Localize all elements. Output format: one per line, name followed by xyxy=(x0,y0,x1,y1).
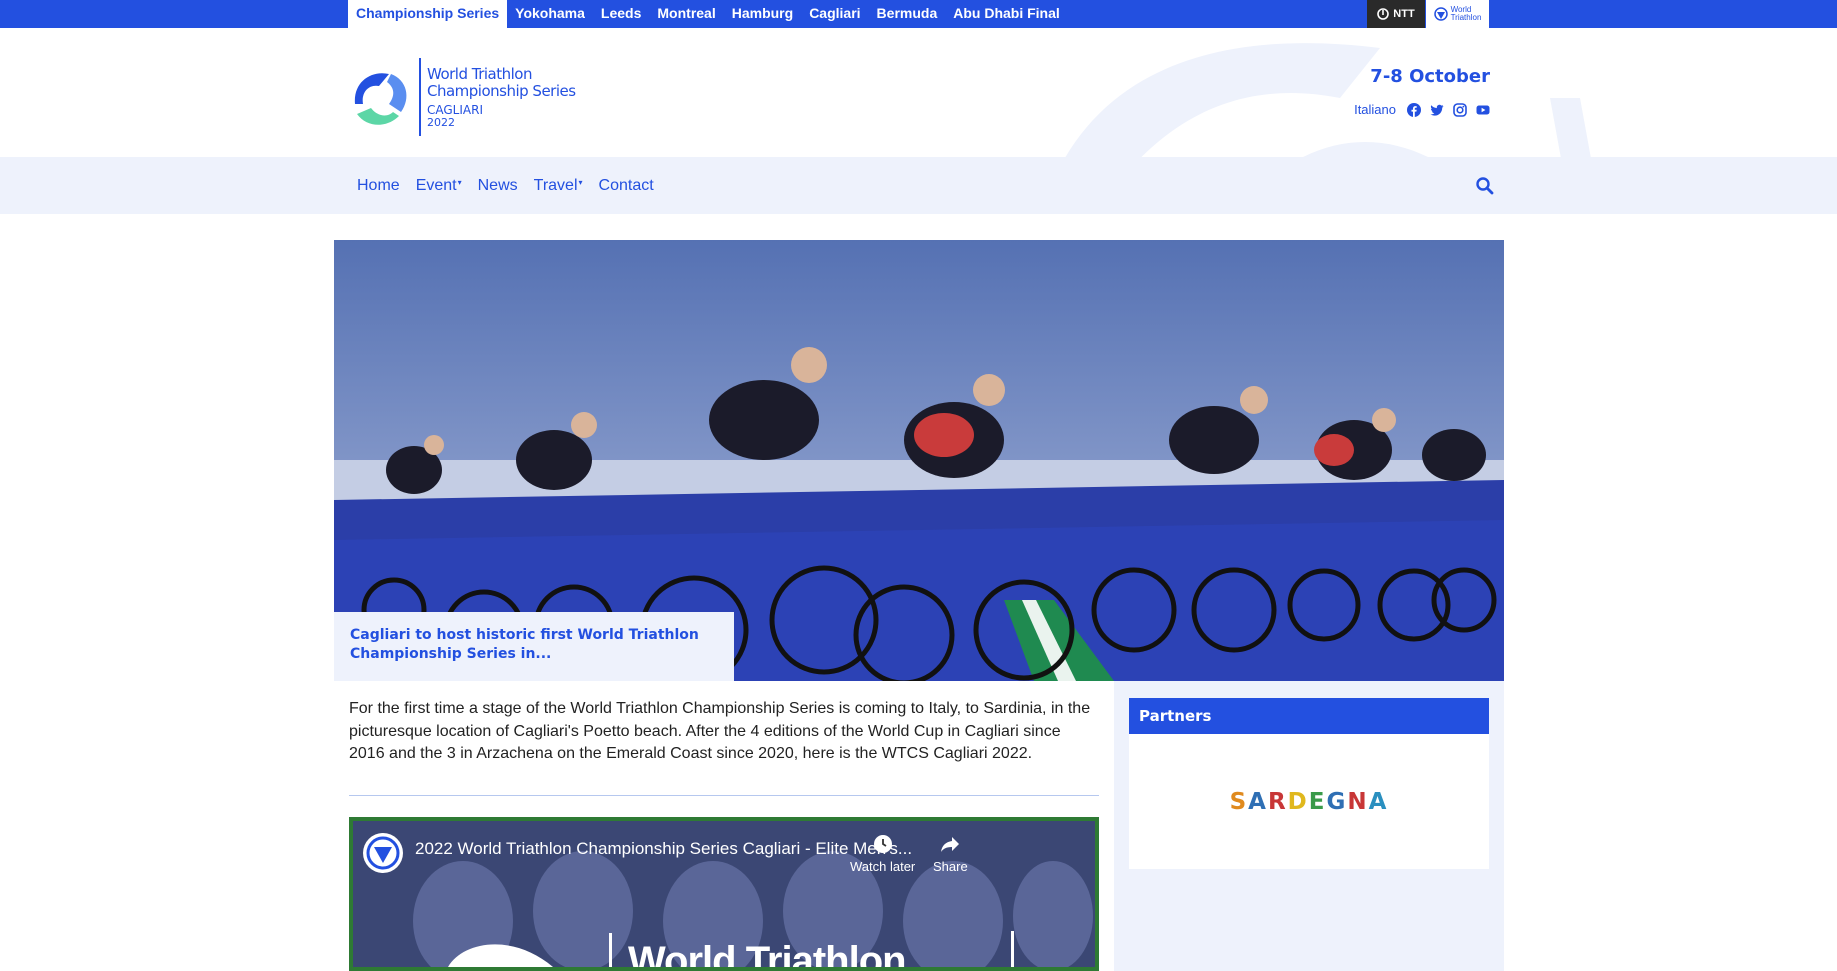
series-link-championship[interactable]: Championship Series xyxy=(348,0,508,28)
nav-item-home[interactable]: Home xyxy=(349,177,408,195)
video-divider xyxy=(609,933,612,967)
header-links: Italiano xyxy=(1300,102,1490,117)
event-date: 7-8 October xyxy=(1370,66,1490,87)
sidebar: Partners SARDEGNA xyxy=(1114,681,1504,971)
logo-year: 2022 xyxy=(427,115,455,129)
hero-caption-text[interactable]: Cagliari to host historic first World Tr… xyxy=(350,626,718,664)
share-label: Share xyxy=(933,859,968,874)
video-brand-text: World Triathlon xyxy=(628,939,907,967)
ntt-sponsor-logo[interactable]: NTT xyxy=(1367,0,1425,28)
sardegna-logo-letter: D xyxy=(1287,788,1309,815)
background-swoosh-icon xyxy=(1065,43,1591,157)
sardegna-logo-letter: S xyxy=(1229,788,1249,815)
channel-avatar[interactable] xyxy=(363,833,403,873)
world-triathlon-icon xyxy=(366,836,400,870)
nav-item-travel[interactable]: Travel▾ xyxy=(526,177,591,195)
series-link-cagliari[interactable]: Cagliari xyxy=(801,0,868,28)
search-icon[interactable] xyxy=(1475,176,1495,196)
language-link[interactable]: Italiano xyxy=(1354,102,1396,117)
watch-later-button[interactable]: Watch later xyxy=(850,833,915,874)
nav-item-contact[interactable]: Contact xyxy=(591,177,662,195)
series-link-montreal[interactable]: Montreal xyxy=(649,0,723,28)
instagram-icon[interactable] xyxy=(1453,102,1467,117)
nav-item-news[interactable]: News xyxy=(470,177,526,195)
ntt-label: NTT xyxy=(1393,8,1415,20)
ntt-icon xyxy=(1377,8,1390,20)
sardegna-logo-letter: G xyxy=(1326,788,1348,815)
watch-later-label: Watch later xyxy=(850,859,916,874)
event-logo[interactable]: World Triathlon Championship Series CAGL… xyxy=(349,58,576,136)
site-header: World Triathlon Championship Series CAGL… xyxy=(0,28,1837,157)
world-triathlon-icon xyxy=(1433,7,1448,21)
logo-divider xyxy=(419,58,421,136)
hero-caption[interactable]: Cagliari to host historic first World Tr… xyxy=(334,612,734,681)
world-triathlon-text: World Triathlon xyxy=(1450,5,1482,22)
sardegna-logo-letter: N xyxy=(1347,788,1369,815)
share-button[interactable]: Share xyxy=(933,833,968,874)
series-link-abu-dhabi[interactable]: Abu Dhabi Final xyxy=(945,0,1068,28)
content-divider xyxy=(349,795,1099,796)
sardegna-logo-letter: E xyxy=(1308,788,1327,815)
dropdown-caret-icon: ▾ xyxy=(578,177,583,187)
twitter-icon[interactable] xyxy=(1430,103,1444,117)
dropdown-caret-icon: ▾ xyxy=(457,177,462,187)
sardegna-logo[interactable]: SARDEGNA xyxy=(1230,789,1389,815)
logo-line-1: World Triathlon xyxy=(427,64,532,83)
clock-icon xyxy=(873,835,892,853)
series-link-hamburg[interactable]: Hamburg xyxy=(724,0,801,28)
logo-line-2: Championship Series xyxy=(427,81,576,100)
nav-items: Home Event▾ News Travel▾ Contact xyxy=(349,157,662,214)
video-title[interactable]: 2022 World Triathlon Championship Series… xyxy=(415,839,912,859)
logo-city: CAGLIARI xyxy=(427,102,483,117)
main-nav: Home Event▾ News Travel▾ Contact xyxy=(0,157,1837,214)
series-links: Championship Series Yokohama Leeds Montr… xyxy=(348,0,1068,28)
partners-heading: Partners xyxy=(1129,698,1489,734)
video-divider xyxy=(1011,931,1014,967)
sardegna-logo-letter: A xyxy=(1368,788,1389,815)
top-bar: Championship Series Yokohama Leeds Montr… xyxy=(0,0,1837,28)
world-triathlon-logo[interactable]: World Triathlon xyxy=(1426,0,1489,28)
facebook-icon[interactable] xyxy=(1407,102,1421,117)
share-icon xyxy=(941,837,960,852)
sardegna-logo-letter: R xyxy=(1267,788,1288,815)
video-embed[interactable]: 2022 World Triathlon Championship Series… xyxy=(349,817,1099,971)
video-player[interactable]: 2022 World Triathlon Championship Series… xyxy=(353,821,1095,967)
hero-slide[interactable]: Cagliari to host historic first World Tr… xyxy=(334,240,1504,681)
series-link-yokohama[interactable]: Yokohama xyxy=(507,0,593,28)
wtcs-logo-icon xyxy=(354,73,407,125)
sardegna-logo-letter: A xyxy=(1248,788,1268,815)
partners-box: SARDEGNA xyxy=(1129,734,1489,869)
nav-item-event[interactable]: Event▾ xyxy=(408,177,470,195)
intro-paragraph: For the first time a stage of the World … xyxy=(349,700,1091,762)
series-link-bermuda[interactable]: Bermuda xyxy=(869,0,946,28)
youtube-icon[interactable] xyxy=(1476,103,1490,117)
logo-text: World Triathlon Championship Series CAGL… xyxy=(427,64,576,129)
series-link-leeds[interactable]: Leeds xyxy=(593,0,649,28)
